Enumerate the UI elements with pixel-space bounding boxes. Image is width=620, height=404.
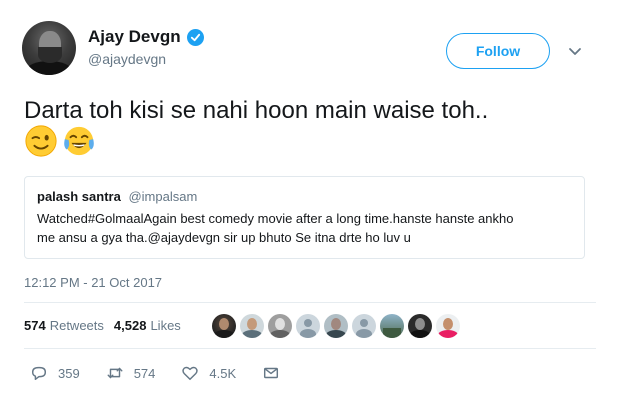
- reply-button[interactable]: 359: [30, 364, 80, 382]
- liker-avatars: [212, 314, 460, 338]
- quoted-text-line: Watched#GolmaalAgain best comedy movie a…: [37, 211, 514, 226]
- tweet-emojis: [24, 124, 96, 158]
- chevron-down-icon[interactable]: [566, 42, 584, 60]
- author-info: Ajay Devgn @ajaydevgn: [88, 27, 204, 67]
- quoted-text-line: me ansu a gya tha.@ajaydevgn sir up bhut…: [37, 230, 411, 245]
- quoted-author-handle: @impalsam: [128, 189, 198, 204]
- liker-avatar[interactable]: [240, 314, 264, 338]
- retweet-icon: [107, 367, 123, 379]
- reply-icon: [31, 366, 47, 381]
- tweet-stats: 574 Retweets 4,528 Likes: [24, 318, 191, 333]
- author-avatar[interactable]: [22, 21, 76, 75]
- divider: [24, 302, 596, 303]
- tweet-actions: 359 574 4.5K: [30, 364, 316, 382]
- retweets-label[interactable]: Retweets: [50, 318, 104, 333]
- liker-avatar-default[interactable]: [296, 314, 320, 338]
- quoted-tweet[interactable]: palash santra @impalsam Watched#GolmaalA…: [24, 176, 585, 259]
- liker-avatar[interactable]: [324, 314, 348, 338]
- heart-icon: [182, 366, 199, 381]
- likes-label[interactable]: Likes: [150, 318, 180, 333]
- likes-count[interactable]: 4,528: [114, 318, 147, 333]
- envelope-icon: [264, 367, 279, 379]
- tweet-text: Darta toh kisi se nahi hoon main waise t…: [24, 97, 489, 124]
- liker-avatar[interactable]: [212, 314, 236, 338]
- quoted-author-name: palash santra: [37, 189, 121, 204]
- winking-face-icon: [25, 125, 57, 157]
- retweet-count: 574: [133, 365, 156, 381]
- retweet-button[interactable]: 574: [106, 364, 156, 382]
- tears-of-joy-icon: [64, 126, 94, 156]
- liker-avatar[interactable]: [268, 314, 292, 338]
- reply-count: 359: [58, 365, 80, 381]
- direct-message-button[interactable]: [262, 364, 290, 382]
- liker-avatar[interactable]: [408, 314, 432, 338]
- retweets-count[interactable]: 574: [24, 318, 46, 333]
- like-count: 4.5K: [209, 365, 237, 381]
- author-name[interactable]: Ajay Devgn: [88, 27, 181, 47]
- divider: [24, 348, 596, 349]
- quoted-tweet-header: palash santra @impalsam: [37, 189, 572, 204]
- liker-avatar-default[interactable]: [352, 314, 376, 338]
- tweet-timestamp[interactable]: 12:12 PM - 21 Oct 2017: [24, 275, 162, 290]
- follow-button[interactable]: Follow: [446, 33, 550, 69]
- quoted-tweet-text: Watched#GolmaalAgain best comedy movie a…: [37, 209, 572, 247]
- verified-badge-icon: [186, 28, 204, 46]
- like-button[interactable]: 4.5K: [181, 364, 236, 382]
- author-handle[interactable]: @ajaydevgn: [88, 51, 204, 67]
- liker-avatar[interactable]: [436, 314, 460, 338]
- liker-avatar[interactable]: [380, 314, 404, 338]
